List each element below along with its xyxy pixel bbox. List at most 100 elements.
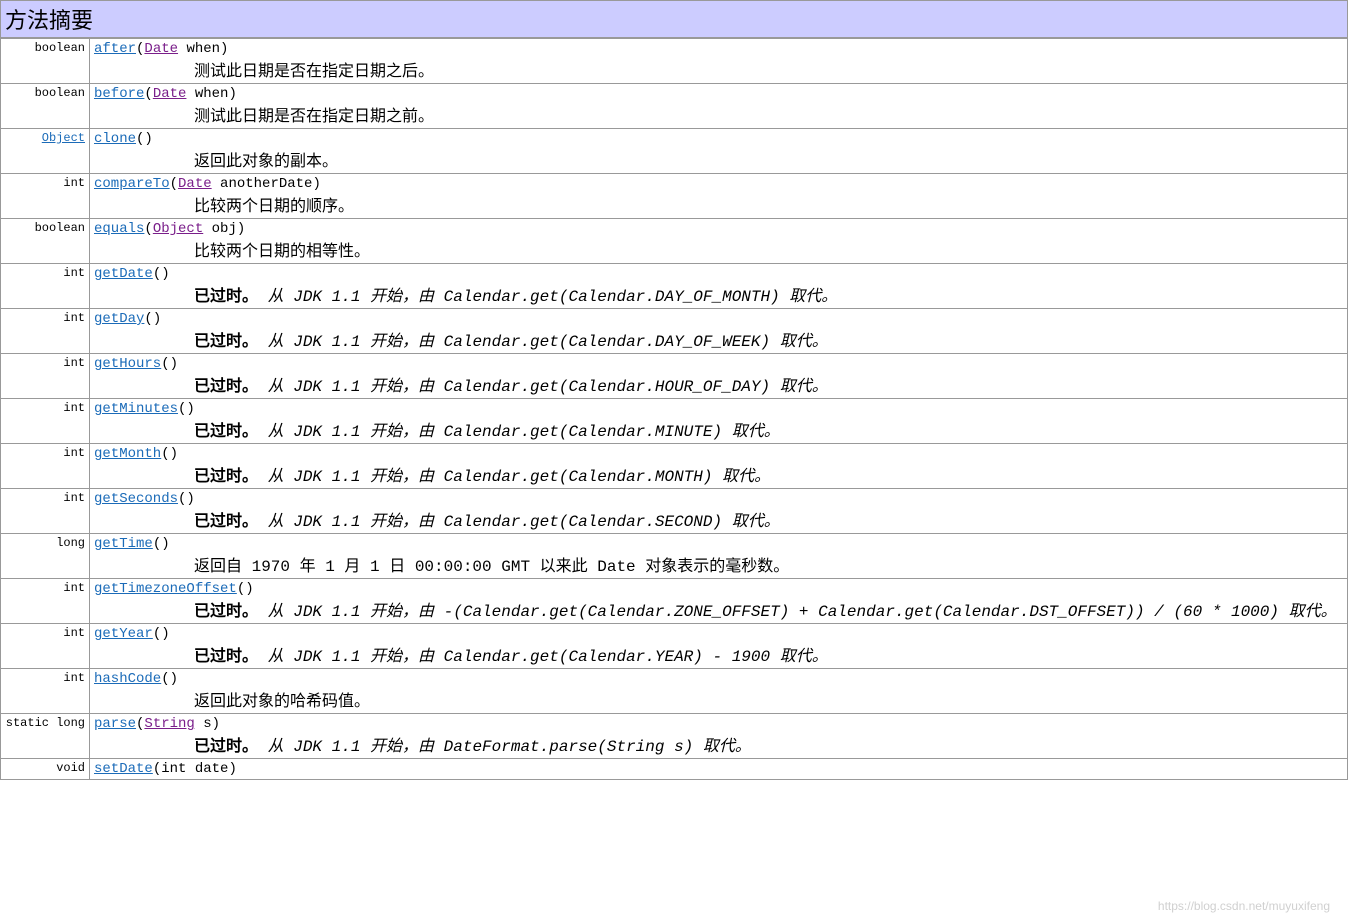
method-description: 比较两个日期的相等性。 bbox=[94, 237, 1343, 261]
method-link[interactable]: getYear bbox=[94, 626, 153, 642]
deprecated-label: 已过时。 bbox=[194, 378, 258, 396]
deprecated-label: 已过时。 bbox=[194, 738, 258, 756]
method-signature: getYear() bbox=[94, 626, 1343, 642]
method-link[interactable]: setDate bbox=[94, 761, 153, 777]
method-link[interactable]: getDate bbox=[94, 266, 153, 282]
method-signature: getTime() bbox=[94, 536, 1343, 552]
return-type: boolean bbox=[1, 219, 90, 264]
method-link[interactable]: getHours bbox=[94, 356, 161, 372]
deprecated-label: 已过时。 bbox=[194, 423, 258, 441]
description-text: 比较两个日期的相等性。 bbox=[194, 243, 370, 261]
return-type: void bbox=[1, 759, 90, 780]
method-description: 已过时。 从 JDK 1.1 开始，由 Calendar.get(Calenda… bbox=[94, 507, 1343, 531]
method-link[interactable]: getMonth bbox=[94, 446, 161, 462]
method-link[interactable]: after bbox=[94, 41, 136, 57]
param-type-link[interactable]: Object bbox=[153, 221, 203, 237]
table-row: booleanequals(Object obj) 比较两个日期的相等性。 bbox=[1, 219, 1348, 264]
method-signature: getDate() bbox=[94, 266, 1343, 282]
method-cell: before(Date when)测试此日期是否在指定日期之前。 bbox=[90, 84, 1348, 129]
return-type: int bbox=[1, 354, 90, 399]
table-row: intgetTimezoneOffset()已过时。 从 JDK 1.1 开始，… bbox=[1, 579, 1348, 624]
method-link[interactable]: getTimezoneOffset bbox=[94, 581, 237, 597]
method-cell: clone()返回此对象的副本。 bbox=[90, 129, 1348, 174]
method-link[interactable]: clone bbox=[94, 131, 136, 147]
deprecated-label: 已过时。 bbox=[194, 648, 258, 666]
param-type: int bbox=[161, 761, 186, 777]
method-cell: setDate(int date) bbox=[90, 759, 1348, 780]
deprecated-text: 从 JDK 1.1 开始，由 Calendar.get(Calendar.DAY… bbox=[268, 288, 838, 306]
table-row: intgetMinutes()已过时。 从 JDK 1.1 开始，由 Calen… bbox=[1, 399, 1348, 444]
method-description: 已过时。 从 JDK 1.1 开始，由 Calendar.get(Calenda… bbox=[94, 327, 1343, 351]
return-type: long bbox=[1, 534, 90, 579]
method-link[interactable]: getTime bbox=[94, 536, 153, 552]
method-signature: equals(Object obj) bbox=[94, 221, 1343, 237]
method-link[interactable]: getMinutes bbox=[94, 401, 178, 417]
table-row: intgetMonth()已过时。 从 JDK 1.1 开始，由 Calenda… bbox=[1, 444, 1348, 489]
param-type-link[interactable]: Date bbox=[144, 41, 178, 57]
table-row: longgetTime()返回自 1970 年 1 月 1 日 00:00:00… bbox=[1, 534, 1348, 579]
method-description: 已过时。 从 JDK 1.1 开始，由 Calendar.get(Calenda… bbox=[94, 282, 1343, 306]
method-link[interactable]: hashCode bbox=[94, 671, 161, 687]
table-row: voidsetDate(int date) bbox=[1, 759, 1348, 780]
return-type: int bbox=[1, 309, 90, 354]
return-type: int bbox=[1, 669, 90, 714]
method-link[interactable]: before bbox=[94, 86, 144, 102]
method-cell: getSeconds()已过时。 从 JDK 1.1 开始，由 Calendar… bbox=[90, 489, 1348, 534]
deprecated-label: 已过时。 bbox=[194, 468, 258, 486]
table-row: intgetYear()已过时。 从 JDK 1.1 开始，由 Calendar… bbox=[1, 624, 1348, 669]
description-text: 测试此日期是否在指定日期之前。 bbox=[194, 108, 434, 126]
method-description: 返回此对象的副本。 bbox=[94, 147, 1343, 171]
method-signature: getTimezoneOffset() bbox=[94, 581, 1343, 597]
method-cell: parse(String s) 已过时。 从 JDK 1.1 开始，由 DateF… bbox=[90, 714, 1348, 759]
method-signature: clone() bbox=[94, 131, 1343, 147]
return-type: int bbox=[1, 174, 90, 219]
method-link[interactable]: compareTo bbox=[94, 176, 170, 192]
method-summary-table: booleanafter(Date when)测试此日期是否在指定日期之后。bo… bbox=[0, 38, 1348, 780]
param-type-link[interactable]: Date bbox=[178, 176, 212, 192]
method-description: 已过时。 从 JDK 1.1 开始，由 Calendar.get(Calenda… bbox=[94, 462, 1343, 486]
param-name: when bbox=[195, 86, 229, 102]
method-signature: getHours() bbox=[94, 356, 1343, 372]
return-type: boolean bbox=[1, 39, 90, 84]
description-text: 比较两个日期的顺序。 bbox=[194, 198, 354, 216]
method-description: 已过时。 从 JDK 1.1 开始，由 Calendar.get(Calenda… bbox=[94, 372, 1343, 396]
method-signature: hashCode() bbox=[94, 671, 1343, 687]
method-signature: parse(String s) bbox=[94, 716, 1343, 732]
return-type: int bbox=[1, 264, 90, 309]
method-cell: getTime()返回自 1970 年 1 月 1 日 00:00:00 GMT… bbox=[90, 534, 1348, 579]
method-description: 已过时。 从 JDK 1.1 开始，由 Calendar.get(Calenda… bbox=[94, 417, 1343, 441]
method-cell: compareTo(Date anotherDate) 比较两个日期的顺序。 bbox=[90, 174, 1348, 219]
method-link[interactable]: parse bbox=[94, 716, 136, 732]
return-type: int bbox=[1, 624, 90, 669]
method-description: 已过时。 从 JDK 1.1 开始，由 Calendar.get(Calenda… bbox=[94, 642, 1343, 666]
table-row: intgetDate()已过时。 从 JDK 1.1 开始，由 Calendar… bbox=[1, 264, 1348, 309]
return-type: int bbox=[1, 579, 90, 624]
deprecated-label: 已过时。 bbox=[194, 288, 258, 306]
table-row: booleanafter(Date when)测试此日期是否在指定日期之后。 bbox=[1, 39, 1348, 84]
param-name: date bbox=[195, 761, 229, 777]
table-row: intgetHours()已过时。 从 JDK 1.1 开始，由 Calenda… bbox=[1, 354, 1348, 399]
param-name: s bbox=[203, 716, 211, 732]
param-type-link[interactable]: String bbox=[144, 716, 194, 732]
method-signature: getDay() bbox=[94, 311, 1343, 327]
method-cell: getTimezoneOffset()已过时。 从 JDK 1.1 开始，由 -… bbox=[90, 579, 1348, 624]
method-cell: getYear()已过时。 从 JDK 1.1 开始，由 Calendar.ge… bbox=[90, 624, 1348, 669]
method-description: 比较两个日期的顺序。 bbox=[94, 192, 1343, 216]
method-link[interactable]: getDay bbox=[94, 311, 144, 327]
deprecated-text: 从 JDK 1.1 开始，由 DateFormat.parse(String s… bbox=[268, 738, 751, 756]
deprecated-text: 从 JDK 1.1 开始，由 Calendar.get(Calendar.YEA… bbox=[268, 648, 828, 666]
return-type: Object bbox=[1, 129, 90, 174]
method-link[interactable]: getSeconds bbox=[94, 491, 178, 507]
section-title: 方法摘要 bbox=[0, 0, 1348, 38]
method-signature: compareTo(Date anotherDate) bbox=[94, 176, 1343, 192]
method-link[interactable]: equals bbox=[94, 221, 144, 237]
table-row: booleanbefore(Date when)测试此日期是否在指定日期之前。 bbox=[1, 84, 1348, 129]
param-type-link[interactable]: Date bbox=[153, 86, 187, 102]
method-description: 已过时。 从 JDK 1.1 开始，由 -(Calendar.get(Calen… bbox=[94, 597, 1343, 621]
param-name: when bbox=[186, 41, 220, 57]
return-type: int bbox=[1, 444, 90, 489]
deprecated-label: 已过时。 bbox=[194, 603, 258, 621]
return-type-link[interactable]: Object bbox=[42, 131, 85, 145]
return-type: boolean bbox=[1, 84, 90, 129]
return-type: int bbox=[1, 489, 90, 534]
